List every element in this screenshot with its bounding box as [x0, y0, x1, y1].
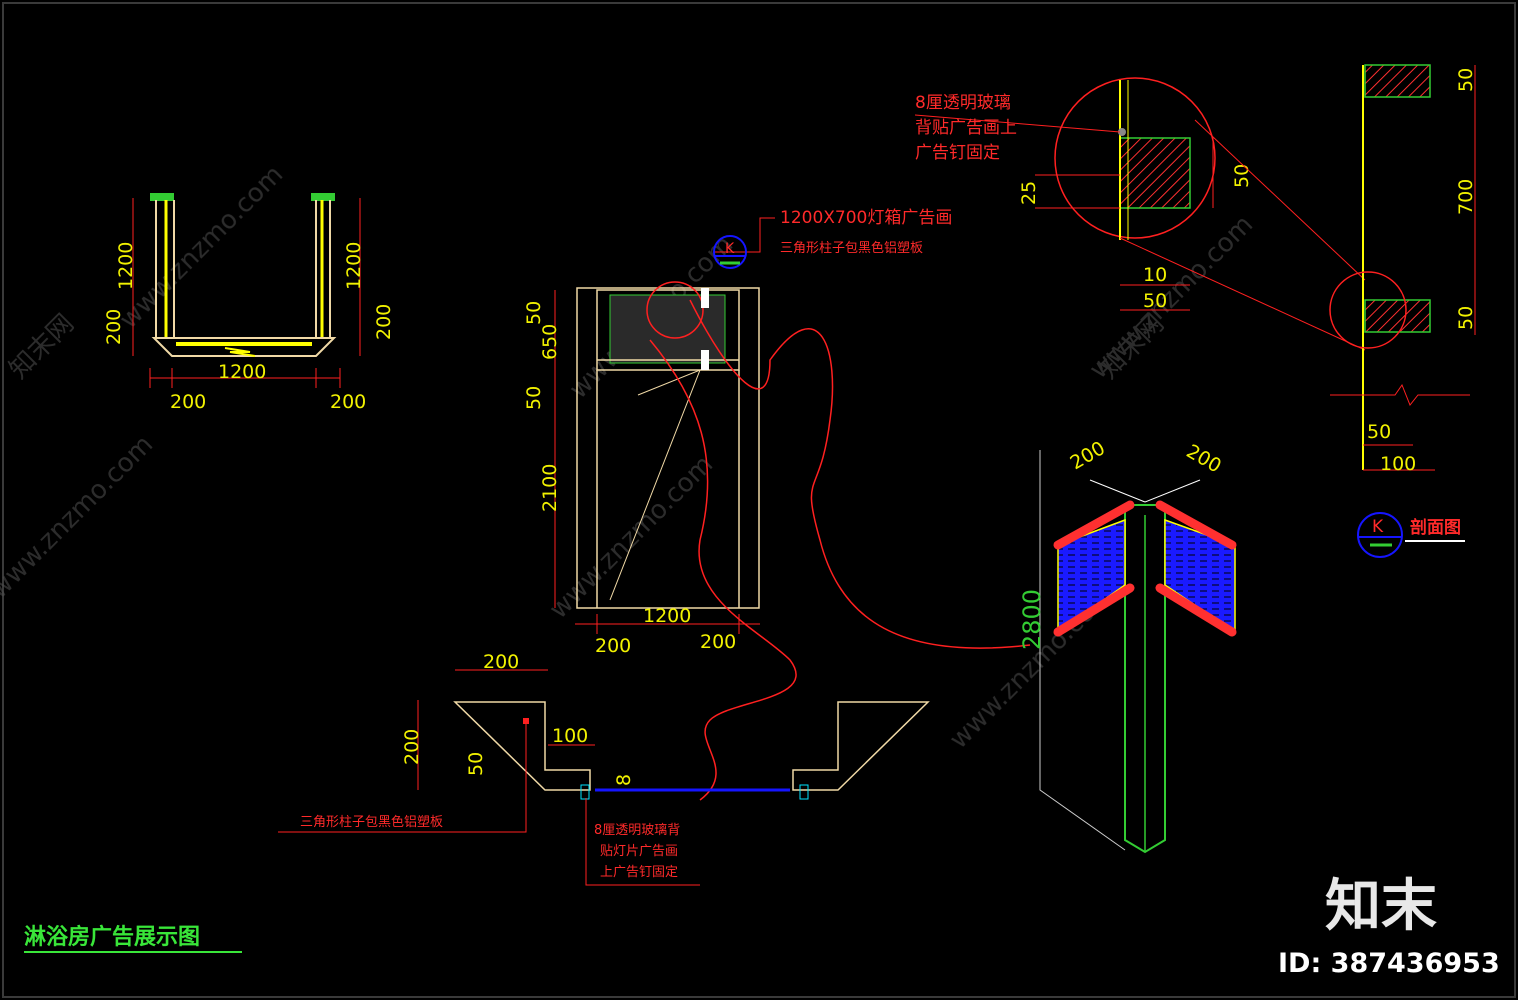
id-watermark: ID: 387436953 [1278, 948, 1500, 979]
dim-elev-50b: 50 [523, 386, 545, 410]
note-detail-l3: 上广告钉固定 [600, 865, 678, 880]
dim-detail-200b: 200 [401, 729, 423, 765]
leader-curve [649, 339, 797, 801]
note-detail-l2: 贴灯片广告画 [600, 844, 678, 859]
note-lightbox: 1200X700灯箱广告画 [780, 208, 952, 228]
dim-elev-50a: 50 [523, 301, 545, 325]
dim-sec-100: 100 [1380, 453, 1416, 475]
dim-mag-10: 10 [1143, 264, 1167, 286]
dim-mag-50h: 50 [1143, 290, 1167, 312]
dim-sec-50t: 50 [1455, 68, 1477, 92]
watermark-site: www.znzmo.com [544, 450, 719, 625]
dim-plan-left: 1200 [115, 242, 137, 290]
note-column: 三角形柱子包黑色铝塑板 [780, 240, 923, 256]
watermark-site: www.znzmo.com [114, 160, 289, 335]
section-tag: K [1372, 517, 1384, 537]
dim-plan-bottom: 1200 [218, 361, 266, 383]
dim-mag-25: 25 [1018, 181, 1040, 205]
dim-plan-bl: 200 [170, 391, 206, 413]
dim-elev-650: 650 [539, 324, 561, 360]
dim-plan-right-200: 200 [373, 304, 395, 340]
detail-plan: 200 200 100 50 8 三角形柱子包黑色铝塑板 8厘透明玻璃背 贴灯片… [278, 651, 930, 886]
dim-sec-50h: 50 [1367, 421, 1391, 443]
dim-persp-200a: 200 [1067, 437, 1109, 474]
dim-elev-bl: 200 [595, 635, 631, 657]
dim-persp-200b: 200 [1183, 440, 1225, 477]
cad-drawing: www.znzmo.com www.znzmo.com www.znzmo.co… [0, 2, 1516, 998]
elevation-tag: K [725, 241, 735, 257]
note-glass-3: 广告钉固定 [915, 143, 1000, 163]
drawing-title: 淋浴房广告展示图 [24, 924, 200, 950]
dim-plan-left-200: 200 [103, 309, 125, 345]
note-detail-l1: 8厘透明玻璃背 [594, 823, 680, 838]
dim-detail-8: 8 [613, 774, 635, 786]
note-detail-column: 三角形柱子包黑色铝塑板 [300, 814, 443, 830]
dim-sec-50b: 50 [1455, 306, 1477, 330]
dim-detail-50: 50 [465, 752, 487, 776]
section-view: 50 700 50 50 100 K 剖面图 [1329, 64, 1477, 558]
brand-watermark: 知末 [1325, 874, 1437, 939]
dim-elev-2100: 2100 [539, 464, 561, 512]
dim-plan-br: 200 [330, 391, 366, 413]
watermark-site: www.znzmo.com [0, 430, 159, 605]
dim-plan-right: 1200 [343, 242, 365, 290]
dim-sec-700: 700 [1455, 179, 1477, 215]
dim-mag-50v: 50 [1231, 164, 1253, 188]
section-title: 剖面图 [1410, 517, 1461, 538]
dim-persp-2800: 2800 [1018, 589, 1046, 650]
dim-elev-bottom: 1200 [643, 605, 691, 627]
dim-detail-100: 100 [552, 725, 588, 747]
dim-elev-br: 200 [700, 631, 736, 653]
watermark-site-cn: 知末网 [4, 309, 80, 385]
dim-detail-200a: 200 [483, 651, 519, 673]
note-glass-1: 8厘透明玻璃 [915, 93, 1011, 113]
note-glass-2: 背贴广告画上 [915, 118, 1017, 138]
leader-curve [689, 299, 1031, 649]
